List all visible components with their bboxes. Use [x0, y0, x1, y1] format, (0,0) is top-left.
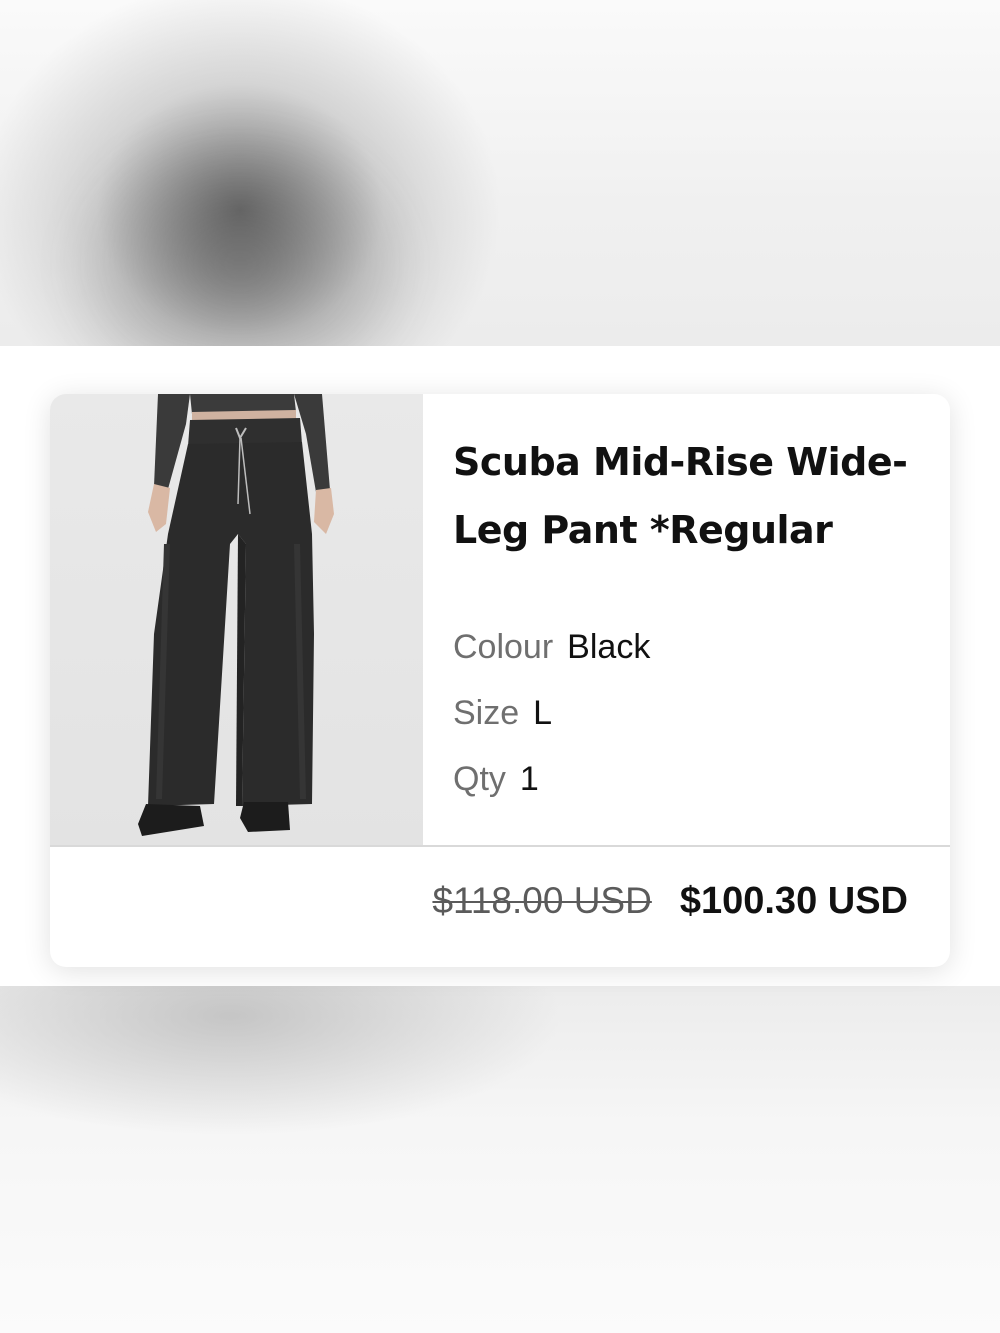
product-info: Scuba Mid-Rise Wide-Leg Pant *Regular — [453, 428, 923, 564]
product-image[interactable] — [50, 394, 423, 845]
original-price: $118.00 USD — [432, 880, 652, 921]
blurred-background-bottom — [0, 986, 1000, 1333]
attribute-value: L — [533, 694, 553, 732]
product-title[interactable]: Scuba Mid-Rise Wide-Leg Pant *Regular — [453, 428, 923, 564]
pants-illustration — [138, 394, 334, 836]
blurred-background-top — [0, 0, 1000, 346]
background: Scuba Mid-Rise Wide-Leg Pant *Regular Co… — [0, 0, 1000, 1333]
product-attributes: Colour Black Size L Qty 1 — [453, 614, 650, 812]
attribute-colour: Colour Black — [453, 614, 650, 680]
cart-item-card[interactable]: Scuba Mid-Rise Wide-Leg Pant *Regular Co… — [50, 394, 950, 967]
attribute-label: Size — [453, 694, 520, 732]
attribute-label: Qty — [453, 760, 506, 798]
attribute-label: Colour — [453, 628, 554, 666]
attribute-value: Black — [567, 628, 651, 666]
divider — [50, 845, 950, 847]
attribute-size: Size L — [453, 680, 650, 746]
price-row: $118.00 USD $100.30 USD — [432, 880, 908, 923]
sale-price: $100.30 USD — [679, 880, 908, 922]
attribute-value: 1 — [519, 760, 539, 798]
attribute-qty: Qty 1 — [453, 746, 650, 812]
